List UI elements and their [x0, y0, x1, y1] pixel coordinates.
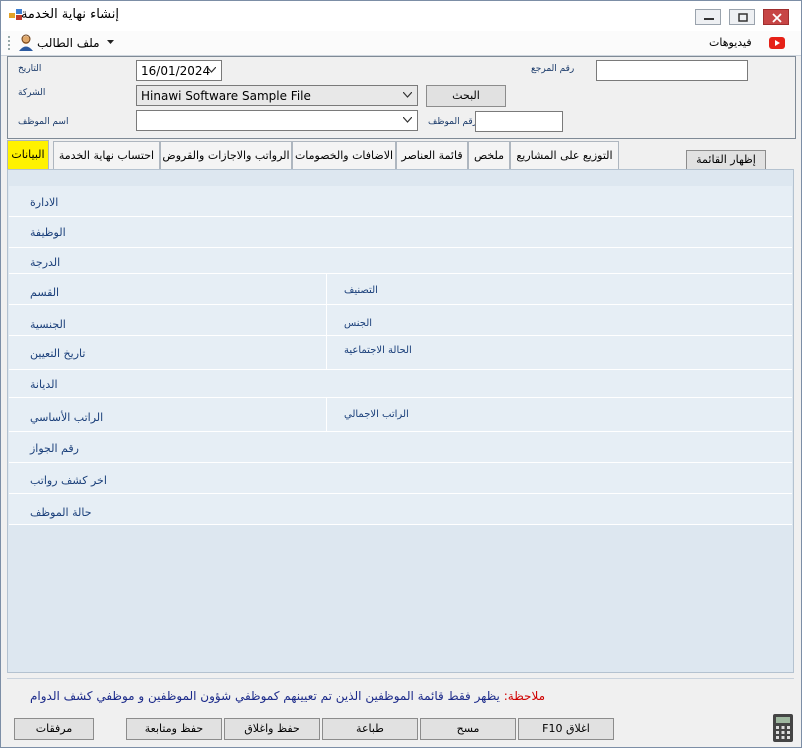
attachments-button[interactable]: مرفقات: [14, 718, 94, 740]
employee-name-select[interactable]: [136, 110, 418, 131]
nationality-label: الجنسية: [30, 318, 66, 331]
tab-salaries-leaves-loans[interactable]: الرواتب والاجازات والقروض: [160, 141, 292, 169]
employee-no-label: رقم الموظف: [428, 117, 478, 127]
toolbar-grip: [8, 36, 13, 50]
ref-label: رقم المرجع: [531, 64, 575, 74]
maximize-button[interactable]: [729, 9, 755, 25]
field-row: [9, 186, 792, 217]
department-label: الادارة: [30, 196, 59, 209]
section-label: القسم: [30, 286, 60, 299]
tab-additions-deductions[interactable]: الاضافات والخصومات: [292, 141, 396, 169]
basic-salary-label: الراتب الأساسي: [30, 411, 104, 424]
tab-end-of-service-calc[interactable]: احتساب نهاية الخدمة: [53, 141, 160, 169]
tab-summary[interactable]: ملخص: [468, 141, 510, 169]
save-continue-button[interactable]: حفظ ومتابعة: [126, 718, 222, 740]
date-value: 16/01/2024: [141, 64, 211, 78]
last-payslip-label: اخر كشف رواتب: [30, 474, 107, 487]
chevron-down-icon: [207, 67, 216, 73]
field-row: [9, 494, 792, 525]
note-prefix: ملاحظة:: [503, 689, 546, 703]
note-area: ملاحظة: يظهر فقط قائمة الموظفين الذين تم…: [7, 678, 794, 715]
chevron-down-icon: [403, 117, 412, 123]
chevron-down-icon: [403, 92, 412, 98]
field-row: [9, 274, 792, 305]
youtube-icon: [769, 37, 785, 49]
window-title: إنشاء نهاية الخدمة: [20, 7, 119, 22]
company-select[interactable]: Hinawi Software Sample File: [136, 85, 418, 106]
hire-date-label: تاريخ التعيين: [30, 347, 86, 360]
grade-label: الدرجة: [30, 256, 61, 269]
search-button[interactable]: البحث: [426, 85, 506, 107]
passport-no-label: رقم الجواز: [30, 442, 79, 455]
employee-no-input[interactable]: [475, 111, 563, 132]
restore-icon: [738, 13, 748, 22]
student-file-label: ملف الطالب: [37, 36, 100, 50]
field-row: [9, 370, 792, 398]
ref-input[interactable]: [596, 60, 748, 81]
show-list-button[interactable]: إظهار القائمة: [686, 150, 766, 170]
videos-menu[interactable]: فيديوهات: [705, 33, 795, 53]
note-line: ملاحظة: يظهر فقط قائمة الموظفين الذين تم…: [20, 689, 545, 703]
field-row: [9, 305, 792, 336]
clear-button[interactable]: مسح: [420, 718, 516, 740]
close-window-button[interactable]: [763, 9, 789, 25]
field-row: [9, 463, 792, 494]
employee-status-label: حالة الموظف: [30, 506, 92, 519]
search-panel: التاريخ 16/01/2024 رقم المرجع الشركة Hin…: [7, 56, 796, 139]
close-button[interactable]: F10 اغلاق: [518, 718, 614, 740]
employee-name-label: اسم الموظف: [18, 117, 69, 127]
classification-label: التصنيف: [344, 285, 378, 296]
column-divider: [326, 274, 327, 369]
user-icon: [19, 34, 33, 51]
main-window: إنشاء نهاية الخدمة ملف الطالب فيديوهات ا…: [0, 0, 802, 748]
videos-label: فيديوهات: [709, 36, 752, 49]
tab-project-distribution[interactable]: التوزيع على المشاريع: [510, 141, 619, 169]
note-text: يظهر فقط قائمة الموظفين الذين تم تعيينهم…: [30, 689, 500, 703]
company-value: Hinawi Software Sample File: [141, 89, 311, 103]
job-label: الوظيفة: [30, 226, 66, 239]
gender-label: الجنس: [344, 318, 373, 329]
calculator-icon[interactable]: [773, 714, 793, 742]
save-close-button[interactable]: حفظ واغلاق: [224, 718, 320, 740]
total-salary-label: الراتب الاجمالي: [344, 409, 409, 420]
dropdown-arrow-icon: [107, 40, 114, 44]
minimize-button[interactable]: [695, 9, 721, 25]
tab-items-list[interactable]: قائمة العناصر: [396, 141, 468, 169]
close-icon: [772, 13, 782, 23]
menu-bar: ملف الطالب فيديوهات: [1, 31, 801, 56]
column-divider: [326, 398, 327, 431]
student-file-menu[interactable]: ملف الطالب: [15, 33, 125, 53]
minimize-icon: [704, 18, 714, 20]
date-picker[interactable]: 16/01/2024: [136, 60, 222, 81]
company-label: الشركة: [18, 88, 46, 98]
print-button[interactable]: طباعة: [322, 718, 418, 740]
data-panel: الادارة الوظيفة الدرجة القسم التصنيف الج…: [7, 169, 794, 673]
field-row: [9, 248, 792, 274]
title-bar: إنشاء نهاية الخدمة: [1, 1, 801, 31]
marital-status-label: الحالة الاجتماعية: [344, 345, 412, 356]
tab-data[interactable]: البيانات: [7, 140, 49, 170]
field-row: [9, 432, 792, 463]
date-label: التاريخ: [18, 64, 42, 74]
field-row: [9, 217, 792, 248]
religion-label: الديانة: [30, 378, 58, 391]
